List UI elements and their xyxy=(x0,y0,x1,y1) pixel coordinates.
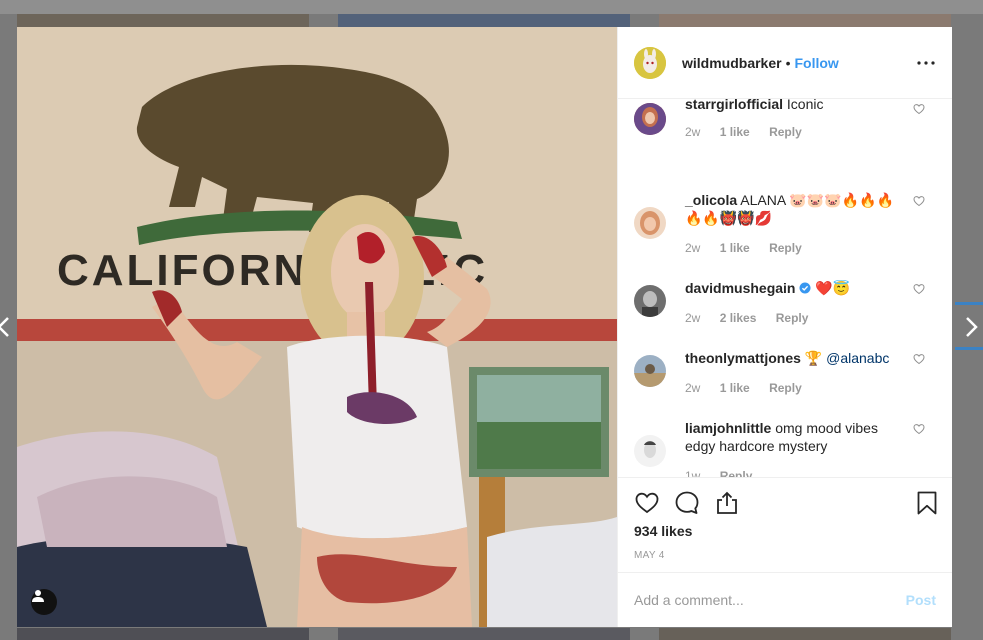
comment-meta: 2w 1 like Reply xyxy=(685,241,818,255)
heart-icon[interactable] xyxy=(913,195,925,207)
author-username[interactable]: wildmudbarker xyxy=(682,55,782,71)
commenter-avatar[interactable] xyxy=(634,285,666,317)
likes-count[interactable]: 934 likes xyxy=(634,523,692,539)
post-comment-button[interactable]: Post xyxy=(906,592,936,608)
reply-button[interactable]: Reply xyxy=(769,241,802,255)
share-icon[interactable] xyxy=(714,490,740,516)
chevron-right-icon xyxy=(966,317,978,337)
comment-text: starrgirlofficial Iconic xyxy=(685,99,900,113)
grid-tile[interactable] xyxy=(17,628,309,640)
comment-text: _olicola ALANA 🐷🐷🐷🔥🔥🔥🔥🔥👹👹💋 xyxy=(685,191,900,227)
heart-icon[interactable] xyxy=(913,423,925,435)
post-side-panel: wildmudbarker • Follow starrgirlofficial… xyxy=(617,27,952,627)
commenter-avatar[interactable] xyxy=(634,355,666,387)
comment-bubble-icon[interactable] xyxy=(674,490,700,516)
post-modal: CALIFORNI UBLIC wildmudbarker • Follow s… xyxy=(17,27,952,627)
more-options-icon xyxy=(917,60,935,65)
next-arrow-accent xyxy=(955,347,983,350)
comment-text: davidmushegain ❤️😇 xyxy=(685,279,900,297)
comment-likes[interactable]: 1 like xyxy=(720,381,750,395)
comment-meta: 2w 1 like Reply xyxy=(685,125,818,139)
bookmark-icon[interactable] xyxy=(914,490,940,516)
follow-button[interactable]: Follow xyxy=(795,55,839,71)
comment-username[interactable]: liamjohnlittle xyxy=(685,420,771,436)
next-post-button[interactable] xyxy=(960,312,983,342)
comment-age[interactable]: 2w xyxy=(685,311,700,325)
comment-meta: 2w 1 like Reply xyxy=(685,381,818,395)
grid-tile[interactable] xyxy=(338,14,630,28)
comment-username[interactable]: theonlymattjones xyxy=(685,350,801,366)
heart-icon[interactable] xyxy=(913,353,925,365)
heart-icon[interactable] xyxy=(634,490,660,516)
comments-list[interactable]: starrgirlofficial Iconic 2w 1 like Reply xyxy=(618,99,952,477)
comment-age[interactable]: 2w xyxy=(685,241,700,255)
avatar-image xyxy=(634,103,666,135)
mention-link[interactable]: @alanabc xyxy=(826,350,889,366)
post-date[interactable]: MAY 4 xyxy=(634,550,665,561)
verified-badge-icon xyxy=(799,282,811,294)
comment-likes[interactable]: 1 like xyxy=(720,125,750,139)
grid-tile[interactable] xyxy=(659,628,951,640)
avatar-image xyxy=(634,285,666,317)
chevron-left-icon xyxy=(0,317,9,337)
grid-tile[interactable] xyxy=(17,14,309,28)
comment-age[interactable]: 2w xyxy=(685,125,700,139)
post-header: wildmudbarker • Follow xyxy=(618,27,952,99)
reply-button[interactable]: Reply xyxy=(769,381,802,395)
heart-icon[interactable] xyxy=(913,103,925,115)
avatar-image xyxy=(634,46,666,79)
comment-input[interactable] xyxy=(634,592,906,608)
comment-likes[interactable]: 2 likes xyxy=(720,311,757,325)
avatar-image xyxy=(634,207,666,239)
comment-text: liamjohnlittle omg mood vibes edgy hardc… xyxy=(685,419,900,455)
post-actions: 934 likes MAY 4 xyxy=(618,477,952,572)
user-tag-icon xyxy=(32,590,44,602)
reply-button[interactable]: Reply xyxy=(776,311,809,325)
comment-username[interactable]: _olicola xyxy=(685,192,737,208)
author-avatar[interactable] xyxy=(634,46,666,79)
commenter-avatar[interactable] xyxy=(634,103,666,135)
comment-text: theonlymattjones 🏆 @alanabc xyxy=(685,349,900,367)
comment-meta: 2w 2 likes Reply xyxy=(685,311,824,325)
comment-likes[interactable]: 1 like xyxy=(720,241,750,255)
comment-username[interactable]: starrgirlofficial xyxy=(685,99,783,112)
avatar-image xyxy=(634,355,666,387)
comment-content: ❤️😇 xyxy=(815,280,851,296)
previous-post-button[interactable] xyxy=(0,312,16,342)
comment-username[interactable]: davidmushegain xyxy=(685,280,795,296)
comment-composer: Post xyxy=(618,572,952,627)
heart-icon[interactable] xyxy=(913,283,925,295)
page-top-strip xyxy=(0,0,983,14)
comment-age[interactable]: 1w xyxy=(685,469,700,477)
post-image: CALIFORNI UBLIC xyxy=(17,27,617,627)
header-separator: • xyxy=(785,54,791,71)
grid-tile[interactable] xyxy=(338,628,630,640)
commenter-avatar[interactable] xyxy=(634,435,666,467)
comment-age[interactable]: 2w xyxy=(685,381,700,395)
next-arrow-accent xyxy=(955,302,983,305)
trophy-emoji: 🏆 xyxy=(804,350,823,366)
reply-button[interactable]: Reply xyxy=(769,125,802,139)
commenter-avatar[interactable] xyxy=(634,207,666,239)
avatar-image xyxy=(634,435,666,467)
reply-button[interactable]: Reply xyxy=(720,469,753,477)
comment-meta: 1w Reply xyxy=(685,469,768,477)
post-photo[interactable]: CALIFORNI UBLIC xyxy=(17,27,617,627)
tagged-users-button[interactable] xyxy=(31,589,57,615)
grid-tile[interactable] xyxy=(659,14,951,28)
comment-content: Iconic xyxy=(786,99,824,112)
more-options-button[interactable] xyxy=(916,53,936,73)
